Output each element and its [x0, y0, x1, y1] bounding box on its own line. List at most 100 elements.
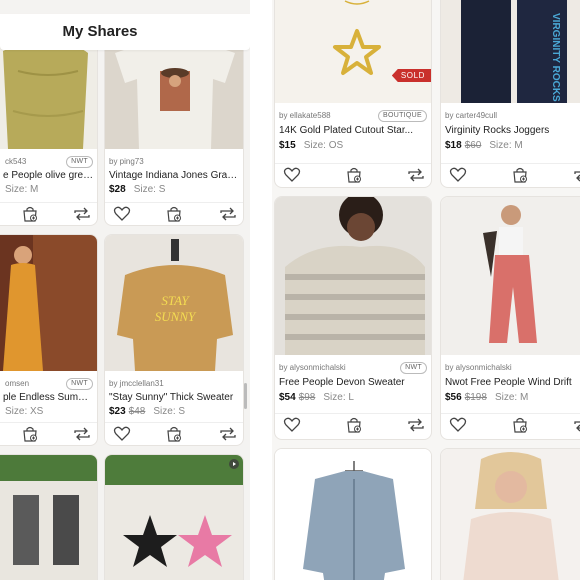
- add-to-bundle-button[interactable]: [21, 206, 39, 222]
- listing-card[interactable]: [0, 454, 98, 580]
- size: Size: S: [133, 184, 166, 195]
- add-to-bundle-button[interactable]: [511, 167, 529, 183]
- listing-photo[interactable]: [441, 449, 580, 580]
- original-price: $98: [298, 392, 316, 403]
- seller-name[interactable]: omsen: [5, 379, 29, 388]
- original-price: $48: [128, 406, 146, 417]
- seller-name[interactable]: by carter49cull: [445, 111, 497, 120]
- sold-badge: SOLD: [391, 69, 431, 82]
- share-button[interactable]: [573, 167, 580, 183]
- listing-photo[interactable]: STAY SUNNY: [105, 235, 243, 371]
- listing-title[interactable]: Free People Devon Sweater: [279, 377, 429, 388]
- listing-title[interactable]: e People olive green...: [3, 170, 95, 181]
- listing-title[interactable]: Nwot Free People Wind Drift: [445, 377, 580, 388]
- listing-photo[interactable]: [275, 197, 431, 355]
- share-button[interactable]: [219, 206, 237, 222]
- size: Size: M: [494, 392, 529, 403]
- add-to-bundle-button[interactable]: [345, 417, 363, 433]
- seller-name[interactable]: ck543: [5, 157, 26, 166]
- add-to-bundle-button[interactable]: [345, 167, 363, 183]
- listing-card[interactable]: [104, 454, 244, 580]
- listing-photo[interactable]: [0, 455, 97, 580]
- original-price: $198: [464, 392, 487, 403]
- heart-icon: [449, 417, 467, 432]
- share-button[interactable]: [73, 426, 91, 442]
- listing-card[interactable]: STAY SUNNY by jmcclellan31 "Stay Sunny" …: [104, 234, 244, 446]
- size: Size: M: [5, 184, 39, 195]
- listing-photo[interactable]: VIRGINITY ROCKS: [441, 0, 580, 103]
- share-button[interactable]: [407, 167, 425, 183]
- seller-name[interactable]: by alysonmichalski: [445, 363, 512, 372]
- price: $18: [445, 140, 462, 151]
- price: $28: [109, 184, 126, 195]
- listing-photo[interactable]: [275, 449, 431, 580]
- heart-icon: [113, 426, 131, 441]
- bag-plus-icon: [167, 426, 181, 442]
- add-to-bundle-button[interactable]: [21, 426, 39, 442]
- listing-card[interactable]: [440, 448, 580, 580]
- repost-icon: [220, 207, 236, 221]
- listing-card[interactable]: by alysonmichalski NWT Free People Devon…: [274, 196, 432, 440]
- divider: [250, 0, 272, 580]
- like-button[interactable]: [283, 167, 301, 183]
- like-button[interactable]: [449, 417, 467, 433]
- listing-photo[interactable]: [441, 197, 580, 355]
- repost-icon: [574, 421, 580, 432]
- add-to-bundle-button[interactable]: [165, 206, 183, 222]
- heart-icon: [283, 417, 301, 432]
- share-button[interactable]: [219, 426, 237, 442]
- listing-title[interactable]: Virginity Rocks Joggers: [445, 125, 580, 136]
- like-button[interactable]: [283, 417, 301, 433]
- listing-photo[interactable]: [0, 235, 97, 371]
- original-price: $60: [464, 140, 482, 151]
- listing-card[interactable]: omsen NWT ple Endless Summer... Size: XS: [0, 234, 98, 446]
- price: $23: [109, 406, 126, 417]
- like-button[interactable]: [113, 426, 131, 442]
- repost-icon: [74, 207, 90, 221]
- seller-name[interactable]: by ellakate588: [279, 111, 331, 120]
- listing-title[interactable]: 14K Gold Plated Cutout Star...: [279, 125, 429, 136]
- heart-icon: [113, 206, 131, 221]
- share-button[interactable]: [573, 417, 580, 433]
- listing-card[interactable]: VIRGINITY ROCKS by carter49cull Virginit…: [440, 0, 580, 188]
- listing-card[interactable]: by ping73 Vintage Indiana Jones Graphi..…: [104, 30, 244, 226]
- add-to-bundle-button[interactable]: [165, 426, 183, 442]
- listing-title[interactable]: Vintage Indiana Jones Graphi...: [109, 170, 241, 181]
- bag-plus-icon: [23, 426, 37, 442]
- listing-card[interactable]: SOLD by ellakate588 BOUTIQUE 14K Gold Pl…: [274, 0, 432, 188]
- seller-name[interactable]: by ping73: [109, 157, 144, 166]
- size: Size: M: [489, 140, 523, 151]
- share-button[interactable]: [407, 417, 425, 433]
- repost-icon: [408, 418, 424, 432]
- condition-badge: NWT: [66, 378, 93, 390]
- right-feed-panel: SOLD by ellakate588 BOUTIQUE 14K Gold Pl…: [272, 0, 580, 580]
- bag-plus-icon: [347, 167, 361, 183]
- bag-plus-icon: [23, 206, 37, 222]
- sweater-print-line2: SUNNY: [155, 309, 197, 324]
- bag-plus-icon: [513, 417, 527, 433]
- listing-title[interactable]: ple Endless Summer...: [3, 392, 95, 403]
- add-to-bundle-button[interactable]: [511, 417, 529, 433]
- like-button[interactable]: [449, 167, 467, 183]
- bag-plus-icon: [347, 417, 361, 433]
- scrollbar[interactable]: [244, 383, 247, 409]
- size: Size: XS: [5, 406, 44, 417]
- listing-title[interactable]: "Stay Sunny" Thick Sweater: [109, 392, 241, 403]
- left-feed-panel: ck543 NWT e People olive green... Size: …: [0, 0, 250, 580]
- listing-card[interactable]: [274, 448, 432, 580]
- seller-name[interactable]: by jmcclellan31: [109, 379, 164, 388]
- listing-card[interactable]: by alysonmichalski Nwot Free People Wind…: [440, 196, 580, 440]
- play-icon[interactable]: [229, 459, 239, 469]
- heart-icon: [283, 167, 301, 182]
- jogger-print: VIRGINITY ROCKS: [550, 13, 561, 102]
- repost-icon: [74, 427, 90, 441]
- seller-name[interactable]: by alysonmichalski: [279, 363, 346, 372]
- listing-photo[interactable]: SOLD: [275, 0, 431, 103]
- size: Size: S: [153, 406, 186, 417]
- listing-photo[interactable]: [105, 455, 243, 580]
- header-bar: My Shares: [0, 14, 250, 50]
- share-button[interactable]: [73, 206, 91, 222]
- like-button[interactable]: [113, 206, 131, 222]
- listing-card[interactable]: ck543 NWT e People olive green... Size: …: [0, 30, 98, 226]
- condition-badge: NWT: [400, 362, 427, 374]
